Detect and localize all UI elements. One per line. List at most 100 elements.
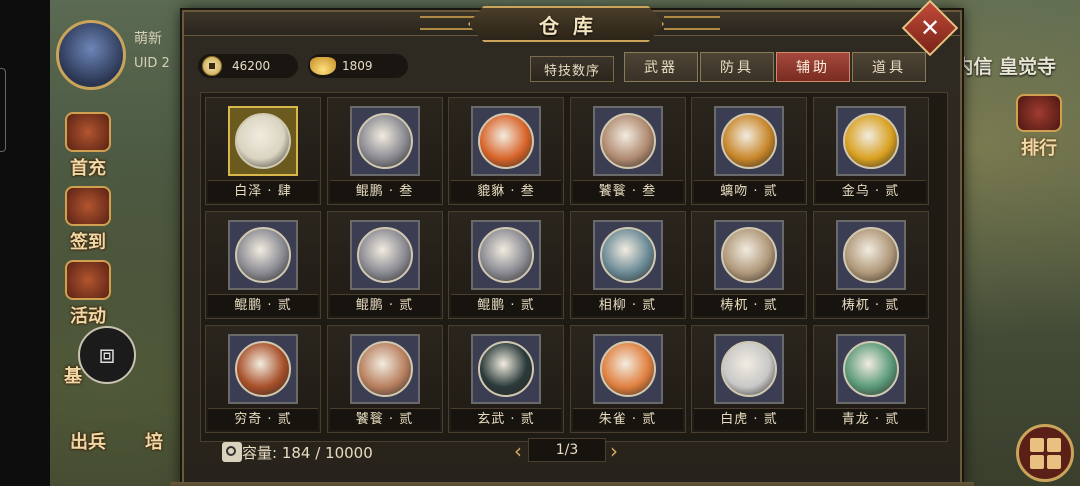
beast-portrait-icon [842,113,899,169]
item-slot[interactable]: 鲲鹏 · 叁 [326,97,443,205]
item-slot[interactable]: 螭吻 · 贰 [691,97,807,205]
player-avatar[interactable] [56,20,126,90]
item-name: 鲲鹏 · 贰 [329,294,440,316]
item-frame [835,334,906,404]
gift-box-icon [65,112,111,152]
banner-icon [1016,94,1062,132]
activity-button[interactable]: 活动 [56,260,120,328]
train-button[interactable]: 培 [126,428,182,454]
panel-bottom-trim [170,482,974,486]
beast-portrait-icon [478,227,534,283]
item-slot[interactable]: 饕餮 · 贰 [326,325,443,433]
beast-portrait-icon [842,341,899,397]
beast-portrait-icon [356,113,413,169]
close-icon: ✕ [919,13,941,42]
item-frame [228,220,298,290]
item-frame [835,220,906,290]
item-slot[interactable]: 白泽 · 肆 [205,97,321,205]
beast-portrait-icon [599,227,656,283]
sign-in-label: 签到 [70,232,106,253]
item-slot[interactable]: 鲲鹏 · 贰 [448,211,564,319]
player-uid: UID 2 [134,56,170,71]
item-frame [471,334,541,404]
item-frame [471,220,541,290]
main-menu-button[interactable] [1016,424,1074,482]
sort-button[interactable]: 特技数序 [530,56,614,82]
item-name: 梼杌 · 贰 [694,294,804,316]
item-slot[interactable]: 金乌 · 贰 [812,97,929,205]
beast-portrait-icon [721,113,777,169]
item-slot[interactable]: 玄武 · 贰 [448,325,564,433]
beast-portrait-icon [721,227,777,283]
item-frame [228,334,298,404]
first-recharge-button[interactable]: 首充 [56,112,120,180]
item-slot[interactable]: 穷奇 · 贰 [205,325,321,433]
item-name: 鲲鹏 · 贰 [451,294,561,316]
item-frame [714,220,784,290]
first-recharge-label: 首充 [70,158,106,179]
item-name: 金乌 · 贰 [815,180,926,202]
item-frame [471,106,541,176]
item-slot[interactable]: 鲲鹏 · 贰 [326,211,443,319]
tab-items[interactable]: 道具 [852,52,926,82]
item-name: 梼杌 · 贰 [815,294,926,316]
title-ornament-right [664,16,720,30]
item-slot[interactable]: 相柳 · 贰 [569,211,686,319]
prev-page-button[interactable]: ‹ [514,440,528,462]
sign-in-button[interactable]: 签到 [56,186,120,254]
item-name: 玄武 · 贰 [451,408,561,430]
beast-portrait-icon [599,113,656,169]
ranking-button[interactable]: 排行 [1006,94,1072,160]
copper-coin-icon [202,56,222,76]
side-handle[interactable] [0,68,6,152]
cube-icon: ⧈ [98,339,116,370]
gold-currency: 1809 [308,54,408,78]
beast-portrait-icon [356,341,413,397]
deploy-button[interactable]: 出兵 [56,428,120,454]
tab-auxiliary[interactable]: 辅助 [776,52,850,82]
activity-label: 活动 [70,306,106,327]
item-name: 鲲鹏 · 贰 [208,294,318,316]
item-name: 穷奇 · 贰 [208,408,318,430]
gold-amount: 1809 [342,59,373,73]
grid-icon-cell [1046,454,1061,469]
gold-ingot-icon [310,57,336,75]
item-frame [349,334,420,404]
beast-portrait-icon [235,113,291,169]
location-title: 内信 皇觉寺 [954,56,1056,78]
item-slot[interactable]: 鲲鹏 · 贰 [205,211,321,319]
item-slot[interactable]: 梼杌 · 贰 [812,211,929,319]
item-name: 相柳 · 贰 [572,294,683,316]
item-slot[interactable]: 白虎 · 贰 [691,325,807,433]
item-frame [349,106,420,176]
item-name: 貔貅 · 叁 [451,180,561,202]
warehouse-panel: 仓库 ✕ 46200 1809 特技数序 武器 防具 辅助 道具 白泽 · 肆鲲… [170,0,974,486]
tab-armor[interactable]: 防具 [700,52,774,82]
page-indicator: 1/3 [528,438,606,462]
scroll-icon [65,186,111,226]
left-system-bar [0,0,50,486]
beast-portrait-icon [235,227,291,283]
item-slot[interactable]: 朱雀 · 贰 [569,325,686,433]
cube-menu-button[interactable]: ⧈ [78,326,136,384]
item-frame [714,106,784,176]
beast-portrait-icon [721,341,777,397]
item-frame [349,220,420,290]
beast-portrait-icon [599,341,656,397]
item-frame [835,106,906,176]
item-slot[interactable]: 饕餮 · 叁 [569,97,686,205]
panel-title-plate: 仓库 [468,6,664,42]
item-grid: 白泽 · 肆鲲鹏 · 叁貔貅 · 叁饕餮 · 叁螭吻 · 贰金乌 · 贰鲲鹏 ·… [200,92,948,442]
item-name: 青龙 · 贰 [815,408,926,430]
item-slot[interactable]: 貔貅 · 叁 [448,97,564,205]
item-name: 鲲鹏 · 叁 [329,180,440,202]
player-name: 萌新 [134,31,162,47]
item-slot[interactable]: 青龙 · 贰 [812,325,929,433]
item-name: 螭吻 · 贰 [694,180,804,202]
next-page-button[interactable]: › [610,440,624,462]
tab-weapons[interactable]: 武器 [624,52,698,82]
item-name: 白泽 · 肆 [208,180,318,202]
item-slot[interactable]: 梼杌 · 贰 [691,211,807,319]
search-button[interactable] [222,442,242,462]
item-frame [714,334,784,404]
